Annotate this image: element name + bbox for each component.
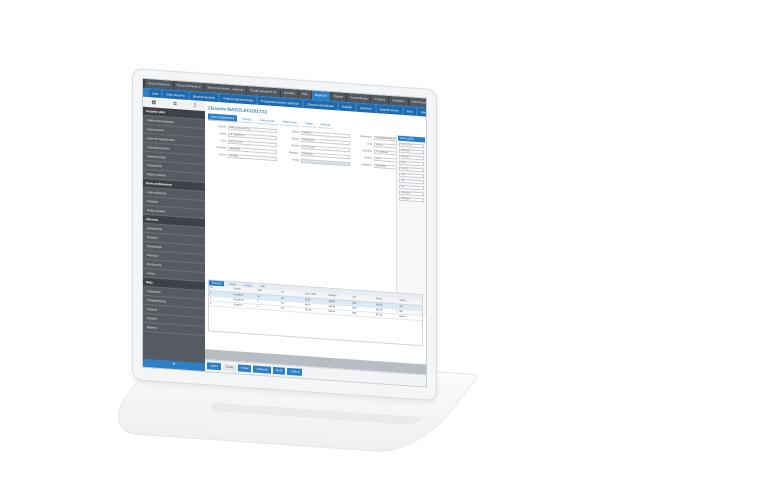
right-panel-field[interactable]: Nie: [399, 184, 424, 191]
sidebar-tool-icon[interactable]: ⧉: [173, 101, 177, 107]
form-tab[interactable]: Dane podstawowe: [208, 113, 238, 123]
table-cell: 3: [210, 302, 212, 305]
app-tab[interactable]: Projekty: [371, 94, 389, 105]
table-cell: 250,00: [304, 309, 312, 312]
form-tab[interactable]: Zakres prac: [256, 116, 278, 126]
app-tab[interactable]: Rejestr: [330, 91, 347, 102]
right-panel-field[interactable]: 100,00: [399, 166, 424, 173]
nav-item[interactable]: Inne: [403, 106, 416, 116]
field-label: Kategoria: [361, 163, 372, 167]
right-panel-field[interactable]: Aktywny: [399, 154, 424, 161]
stage: Strona Domowa Strona Domowa 2 Strona Domow…: [0, 0, 765, 498]
app-tab[interactable]: Dokumenty: [408, 97, 426, 108]
app-tab[interactable]: Pliki: [299, 89, 311, 100]
field-label: Miasto: [291, 137, 299, 141]
app-tab[interactable]: Dziedzic: [280, 88, 299, 99]
right-panel: Dane ogólne 2017-11-05 MAZ/001 Aktywny PLN 1…: [396, 134, 426, 317]
right-panel-field[interactable]: 2017-11-05: [399, 142, 424, 149]
footer-button[interactable]: Wyślij: [272, 366, 286, 375]
sidebar-collapse-button[interactable]: ▾: [143, 358, 205, 372]
field-label: Forma: [218, 153, 226, 157]
form-tab[interactable]: Pozycje: [239, 115, 255, 124]
field-label: Kontrahent: [359, 134, 372, 139]
nav-item[interactable]: Lista: [149, 88, 162, 98]
field-input[interactable]: [301, 158, 350, 166]
table-cell: 1: [257, 305, 259, 308]
right-panel-field[interactable]: PLN: [399, 160, 424, 167]
laptop-lid: Strona Domowa Strona Domowa 2 Strona Domow…: [132, 68, 437, 402]
sidebar-tool-icon[interactable]: ▦: [151, 99, 156, 105]
app-body: ▦ ⧉ ▯ Ostatnie pliki Faktura sprzedażowa Lis…: [143, 96, 426, 387]
right-panel-field[interactable]: 23%: [399, 172, 424, 179]
sidebar-list: Ostatnie pliki Faktura sprzedażowa Lista t…: [143, 106, 205, 337]
field-label: Uwagi: [292, 158, 299, 162]
sidebar-tool-icon[interactable]: ▯: [194, 102, 197, 108]
form-tab[interactable]: Historia: [317, 120, 333, 130]
field-label: Status: [291, 130, 299, 134]
table-cell: Usługa C: [233, 304, 243, 307]
table-cell: Nowa: [399, 315, 405, 319]
footer-button[interactable]: Zapisz: [207, 362, 221, 371]
form-tab[interactable]: Dokumenty: [279, 118, 300, 127]
right-panel-field[interactable]: Centralny: [399, 190, 424, 197]
table-cell: usł.: [281, 307, 285, 310]
table-cell: 250,00: [328, 310, 336, 314]
field-label: Data: [220, 139, 226, 143]
field-input[interactable]: Przelew: [228, 153, 277, 161]
field-label: Priorytet: [216, 145, 226, 150]
right-panel-field[interactable]: Standard: [399, 196, 424, 203]
sidebar: ▦ ⧉ ▯ Ostatnie pliki Faktura sprzedażowa Lis…: [143, 96, 205, 372]
footer-button[interactable]: Drukuj: [237, 364, 252, 373]
field-label: Numer: [218, 125, 226, 129]
field-label: Opiekun: [362, 149, 372, 153]
field-label: Termin: [291, 144, 299, 148]
field-label: Adres: [219, 132, 226, 136]
field-label: Waluta: [364, 156, 372, 160]
items-table: Pozycje Usługi Koszty Pliki Lp. Nazwa Ilość Jm…: [208, 279, 423, 347]
field-label: Kod: [367, 142, 372, 146]
main-content: Zlecenie MAZ/ZLEC/2017/11 Dane podstawow…: [205, 101, 426, 387]
table-cell: 307,50: [375, 314, 383, 317]
form-tab[interactable]: Uwagi: [301, 119, 316, 128]
field-label: Magazyn: [288, 150, 299, 155]
laptop-screen: Strona Domowa Strona Domowa 2 Strona Domow…: [142, 77, 427, 388]
right-panel-field[interactable]: MAZ/001: [399, 148, 424, 155]
table-cell: 23%: [352, 312, 357, 315]
footer-button[interactable]: Zamknij: [287, 367, 303, 376]
right-panel-title: Dane ogólne: [398, 135, 425, 143]
footer-button[interactable]: Zatwierdź: [253, 365, 271, 374]
footer-button[interactable]: Anuluj: [222, 363, 236, 372]
right-panel-field[interactable]: Tak: [399, 178, 424, 185]
